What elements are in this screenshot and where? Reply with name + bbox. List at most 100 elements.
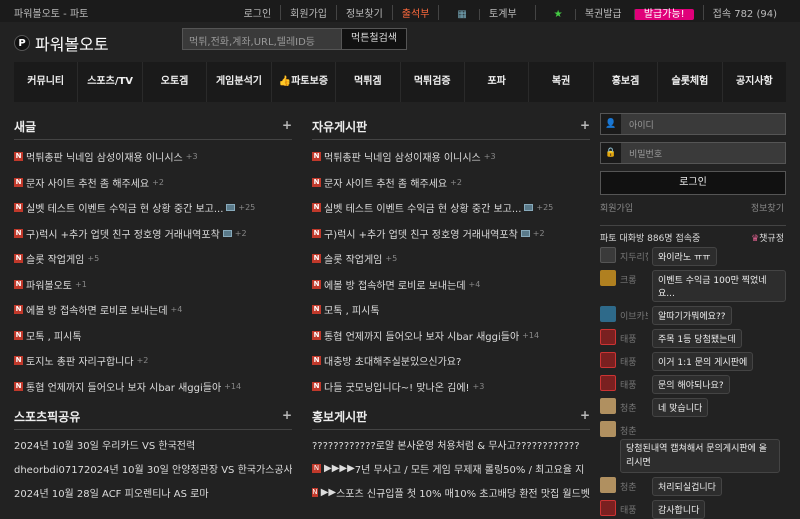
list-item[interactable]: N 먹튀총판 닉네임 삼성이재용 이니시스 +3 [312,144,590,170]
new-badge-icon: N [312,305,321,315]
list-item[interactable]: ????????????로얄 본사운영 처용처럼 & 무사고??????????… [312,432,590,456]
lotto-link[interactable]: ★ 복권발급 발급가능! [534,5,703,20]
list-item[interactable]: N 에볼 방 접속하면 로비로 보내는데 +4 [14,297,292,323]
login-button[interactable]: 로그인 [600,171,786,195]
image-icon [226,204,236,212]
list-item[interactable]: N 먹튀총판 닉네임 삼성이재용 이니시스 +3 [14,144,292,170]
image-icon [520,229,530,237]
avatar [600,477,616,493]
list-item[interactable]: N 문자 사이트 추천 좀 해주세요 +2 [14,170,292,196]
list-item[interactable]: N 모톡 , 피시톡 [312,297,590,323]
chat-header: 파토 대화방 886명 접속중 ♛챗규정 [600,225,786,244]
nav-item-notice[interactable]: 공지사항 [723,62,786,102]
chat-rules-link[interactable]: ♛챗규정 [751,231,784,244]
list-item[interactable]: dheorbdi07172024년 10월 30일 안양정관장 VS 한국가스공… [14,456,292,480]
promo-board-section: 홍보게시판 + ????????????로얄 본사운영 처용처럼 & 무사고???… [312,408,590,504]
more-button[interactable]: + [282,118,292,132]
calendar-icon: ▦ [457,9,467,20]
nav-item-community[interactable]: 커뮤니티 [14,62,79,102]
list-item[interactable]: N 파워볼오토 +1 [14,272,292,298]
online-count: 접속 782 (94) [702,5,786,20]
sports-pick-section: 스포츠픽공유 + 2024년 10월 30일 우리카드 VS 한국전력 dheor… [14,408,292,504]
nav-item-auto-game[interactable]: 오토겜 [143,62,208,102]
signup-link[interactable]: 회원가입 [600,204,633,214]
search-button[interactable]: 먹튼철검색 [341,28,407,50]
list-item[interactable]: N 토지노 총판 자리구합니다 +2 [14,348,292,374]
list-item[interactable]: N 모톡 , 피시톡 [14,323,292,349]
find-info-link[interactable]: 정보찾기 [751,201,784,214]
list-item[interactable]: N 통협 언제까지 들어오나 보자 시bar 새ggi들아 +14 [14,374,292,400]
list-item[interactable]: N 에볼 방 접속하면 로비로 보내는데 +4 [312,272,590,298]
section-title-sports: 스포츠픽공유 + [14,408,292,430]
chat-message: 크롱 이벤트 수익금 100만 찍었네요... [600,270,786,302]
nav-item-scam-game[interactable]: 먹튀겜 [336,62,401,102]
list-item[interactable]: N 실벳 테스트 이벤트 수익금 현 상황 중간 보고... +25 [312,195,590,221]
section-title-new: 새글 + [14,118,292,140]
nav-item-slot[interactable]: 슬롯체험 [658,62,723,102]
avatar [600,375,616,391]
checkin-link[interactable]: 출석부 [391,5,439,20]
search-input[interactable]: 먹튀,전화,계좌,URL,텔레ID등 [182,28,342,50]
logo-icon: P [14,35,30,51]
lock-icon: 🔒 [601,143,621,163]
find-info-link[interactable]: 정보찾기 [335,5,392,20]
new-badge-icon: N [312,330,321,340]
new-badge-icon: N [312,487,318,497]
nav-item-lotto[interactable]: 복권 [529,62,594,102]
list-item[interactable]: N 다들 굿모닝입니다~! 맞나온 김에! +3 [312,374,590,400]
nav-item-popa[interactable]: 포파 [465,62,530,102]
chat-message: 청춘 [600,421,786,437]
list-item[interactable]: N 실벳 테스트 이벤트 수익금 현 상황 중간 보고... +25 [14,195,292,221]
chat-message: 청춘 처리되실겁니다 [600,477,786,496]
list-item[interactable]: N 통협 언제까지 들어오나 보자 시bar 새ggi들아 +14 [312,323,590,349]
avatar [600,421,616,437]
site-logo[interactable]: P 파워볼오토 [14,31,109,55]
list-item[interactable]: N 슬롯 작업게임 +5 [312,246,590,272]
list-item[interactable]: 2024년 10월 30일 우리카드 VS 한국전력 [14,432,292,456]
more-button[interactable]: + [580,408,590,422]
image-icon [524,204,534,212]
nav-item-sports-tv[interactable]: 스포츠/TV [78,62,143,102]
header: P 파워볼오토 먹튀,전화,계좌,URL,텔레ID등 먹튼철검색 [0,22,800,60]
list-item[interactable]: N ▶▶ 스포츠 신규입플 첫 10% 매10% 초고배당 환전 맛집 월드벳 [312,480,590,504]
top-bar: 파워볼오토 - 파토 로그인 회원가입 정보찾기 출석부 ▦ 토계부 ★ 복권발… [0,0,800,22]
chat-message: 청춘 네 맞습니다 [600,398,786,417]
avatar [600,352,616,368]
username-field[interactable]: 👤 아이디 [600,113,786,135]
main-nav: 커뮤니티 스포츠/TV 오토겜 게임분석기 👍파토보증 먹튀겜 먹튀검증 포파 … [14,62,786,102]
new-badge-icon: N [14,254,23,264]
nav-item-promo[interactable]: 홍보겜 [594,62,659,102]
nav-item-guarantee[interactable]: 👍파토보증 [272,62,337,102]
user-icon: 👤 [601,114,621,134]
more-button[interactable]: + [282,408,292,422]
star-icon: ★ [553,9,563,20]
nav-item-scam-check[interactable]: 먹튀검증 [401,62,465,102]
list-item[interactable]: 2024년 10월 28일 ACF 피오렌티나 AS 로마 [14,480,292,504]
chat-message: 이브카보알따기가뭐에요?? [600,306,786,325]
list-item[interactable]: N 구)럭시 +추가 업뎃 친구 정호영 거래내역포착 +2 [312,221,590,247]
list-item[interactable]: N 슬롯 작업게임 +5 [14,246,292,272]
new-badge-icon: N [312,279,321,289]
chat-message: 지두리형님와이라노 ㅠㅠ [600,247,786,266]
new-badge-icon: N [312,228,321,238]
fast-forward-icon: ▶▶ [339,462,355,474]
chat-message: 태풍 문의 해야되나요? [600,375,786,394]
fast-forward-icon: ▶▶ [324,462,340,474]
list-item[interactable]: N ▶▶ ▶▶ 7년 무사고 / 모든 게임 무제재 롤링50% / 최고요율 지 [312,456,590,480]
list-item[interactable]: N 대충방 초대해주실분있으신가요? [312,348,590,374]
password-field[interactable]: 🔒 비밀번호 [600,142,786,164]
signup-link[interactable]: 회원가입 [280,5,336,20]
image-icon [222,229,232,237]
more-button[interactable]: + [580,118,590,132]
calendar-link[interactable]: ▦ 토계부 [438,5,534,20]
fast-forward-icon: ▶▶ [320,486,337,498]
new-badge-icon: N [14,203,23,213]
list-item[interactable]: N 구)럭시 +추가 업뎃 친구 정호영 거래내역포착 +2 [14,221,292,247]
new-badge-icon: N [312,356,321,366]
login-link[interactable]: 로그인 [235,5,281,20]
rules-icon: ♛ [751,234,760,244]
nav-item-game-analyzer[interactable]: 게임분석기 [207,62,272,102]
list-item[interactable]: N 문자 사이트 추천 좀 해주세요 +2 [312,170,590,196]
avatar [600,247,616,263]
free-board-section: 자유게시판 + N 먹튀총판 닉네임 삼성이재용 이니시스 +3 N 문자 사이트 추천… [312,118,590,399]
